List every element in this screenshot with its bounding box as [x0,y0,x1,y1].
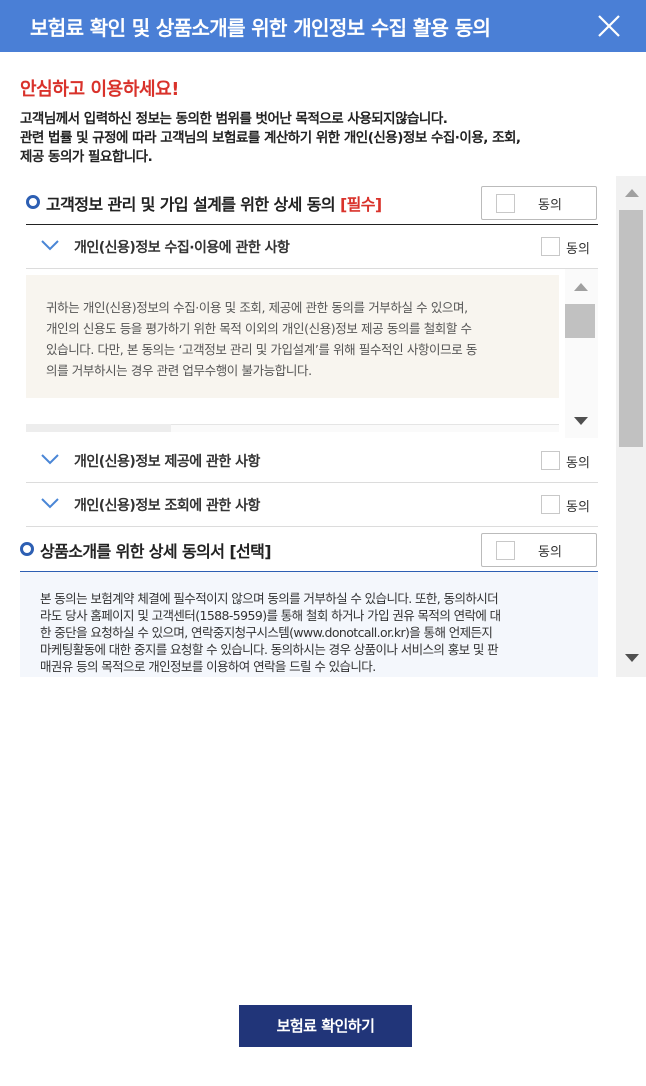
section-required-title-text: 고객정보 관리 및 가입 설계를 위한 상세 동의 [46,195,336,214]
intro-line: 제공 동의가 필요합니다. [20,149,153,165]
dialog-header: 보험료 확인 및 상품소개를 위한 개인정보 수집 활용 동의 [0,0,646,52]
checkbox-icon[interactable] [541,237,560,256]
detail-line: 개인의 신용도 등을 평가하기 위한 목적 이외의 개인(신용)정보 제공 동의… [46,321,472,336]
intro-description: 고객님께서 입력하신 정보는 동의한 범위를 벗어난 목적으로 사용되지않습니다… [20,110,625,167]
main-scrollbar[interactable] [616,176,646,677]
dialog-title: 보험료 확인 및 상품소개를 위한 개인정보 수집 활용 동의 [30,16,491,40]
intro-headline: 안심하고 이용하세요! [20,79,180,100]
scroll-down-icon[interactable] [573,416,589,426]
radio-icon [26,195,40,209]
agree-label: 동의 [566,456,590,471]
horizontal-scrollbar-thumb[interactable] [26,424,171,432]
scroll-up-icon[interactable] [624,188,640,198]
checkbox-icon[interactable] [496,194,515,213]
detail-line: 귀하는 개인(신용)정보의 수집·이용 및 조회, 제공에 관한 동의를 거부하… [46,300,468,315]
agree-label: 동의 [566,500,590,515]
optional-line: 매권유 등의 목적으로 개인정보를 이용하여 연락을 드릴 수 있습니다. [40,659,376,674]
section-optional-text: 본 동의는 보험계약 체결에 필수적이지 않으며 동의를 거부하실 수 있습니다… [40,590,590,675]
optional-line: 한 중단을 요청하실 수 있으며, 연락중지청구시스템(www.donotcal… [40,625,493,640]
section-optional-agree-button[interactable]: 동의 [481,533,597,567]
consent-item-inquiry[interactable]: 개인(신용)정보 조회에 관한 사항 동의 [26,483,598,527]
section-optional-header: 상품소개를 위한 상세 동의서 [선택] 동의 [20,523,598,571]
optional-line: 마케팅활동에 대한 중지를 요청할 수 있습니다. 동의하시는 경우 상품이나 … [40,642,499,657]
consent-item-title: 개인(신용)정보 수집·이용에 관한 사항 [74,240,290,256]
consent-detail-background: 귀하는 개인(신용)정보의 수집·이용 및 조회, 제공에 관한 동의를 거부하… [26,275,559,398]
section-optional-title: 상품소개를 위한 상세 동의서 [선택] [40,542,272,561]
scroll-down-icon[interactable] [624,653,640,663]
chevron-down-icon[interactable] [40,238,60,252]
consent-detail-panel[interactable]: 귀하는 개인(신용)정보의 수집·이용 및 조회, 제공에 관한 동의를 거부하… [26,269,598,438]
detail-line: 있습니다. 다만, 본 동의는 ‘고객정보 관리 및 가입설계’를 위해 필수적… [46,342,478,357]
detail-scrollbar-thumb[interactable] [565,304,595,338]
consent-item-title: 개인(신용)정보 제공에 관한 사항 [74,454,260,470]
section-required-header: 고객정보 관리 및 가입 설계를 위한 상세 동의 [필수] 동의 [20,176,598,224]
required-tag: [필수] [339,195,382,214]
main-scrollbar-thumb[interactable] [619,210,643,447]
radio-icon [20,542,34,556]
detail-line: 의를 거부하시는 경우 관련 업무수행이 불가능합니다. [46,363,312,378]
agree-label: 동의 [538,545,562,560]
consent-item-provision[interactable]: 개인(신용)정보 제공에 관한 사항 동의 [26,439,598,483]
checkbox-icon[interactable] [496,541,515,560]
optional-line: 라도 당사 홈페이지 및 고객센터(1588-5959)를 통해 철회 하거나 … [40,608,501,623]
consent-detail-text: 귀하는 개인(신용)정보의 수집·이용 및 조회, 제공에 관한 동의를 거부하… [46,297,556,381]
intro-line: 관련 법률 및 규정에 따라 고객님의 보험료를 계산하기 위한 개인(신용)정… [20,130,521,146]
checkbox-icon[interactable] [541,451,560,470]
optional-line: 본 동의는 보험계약 체결에 필수적이지 않으며 동의를 거부하실 수 있습니다… [40,591,499,606]
checkbox-icon[interactable] [541,495,560,514]
consent-item-title: 개인(신용)정보 조회에 관한 사항 [74,498,260,514]
consent-item-collection[interactable]: 개인(신용)정보 수집·이용에 관한 사항 동의 [26,225,598,269]
chevron-down-icon[interactable] [40,452,60,466]
section-required-agree-button[interactable]: 동의 [481,186,597,220]
section-required-title: 고객정보 관리 및 가입 설계를 위한 상세 동의 [필수] [46,191,382,215]
close-icon[interactable] [596,13,622,39]
section-optional-text-box: 본 동의는 보험계약 체결에 필수적이지 않으며 동의를 거부하실 수 있습니다… [20,571,598,677]
consent-content: 고객정보 관리 및 가입 설계를 위한 상세 동의 [필수] 동의 개인(신용)… [20,176,598,677]
detail-scrollbar[interactable] [565,269,598,438]
consent-scroll-area[interactable]: 고객정보 관리 및 가입 설계를 위한 상세 동의 [필수] 동의 개인(신용)… [0,176,646,677]
scroll-up-icon[interactable] [573,282,589,292]
confirm-premium-button[interactable]: 보험료 확인하기 [239,1005,412,1047]
chevron-down-icon[interactable] [40,496,60,510]
agree-label: 동의 [566,242,590,257]
intro-line: 고객님께서 입력하신 정보는 동의한 범위를 벗어난 목적으로 사용되지않습니다… [20,111,448,127]
agree-label: 동의 [538,198,562,213]
